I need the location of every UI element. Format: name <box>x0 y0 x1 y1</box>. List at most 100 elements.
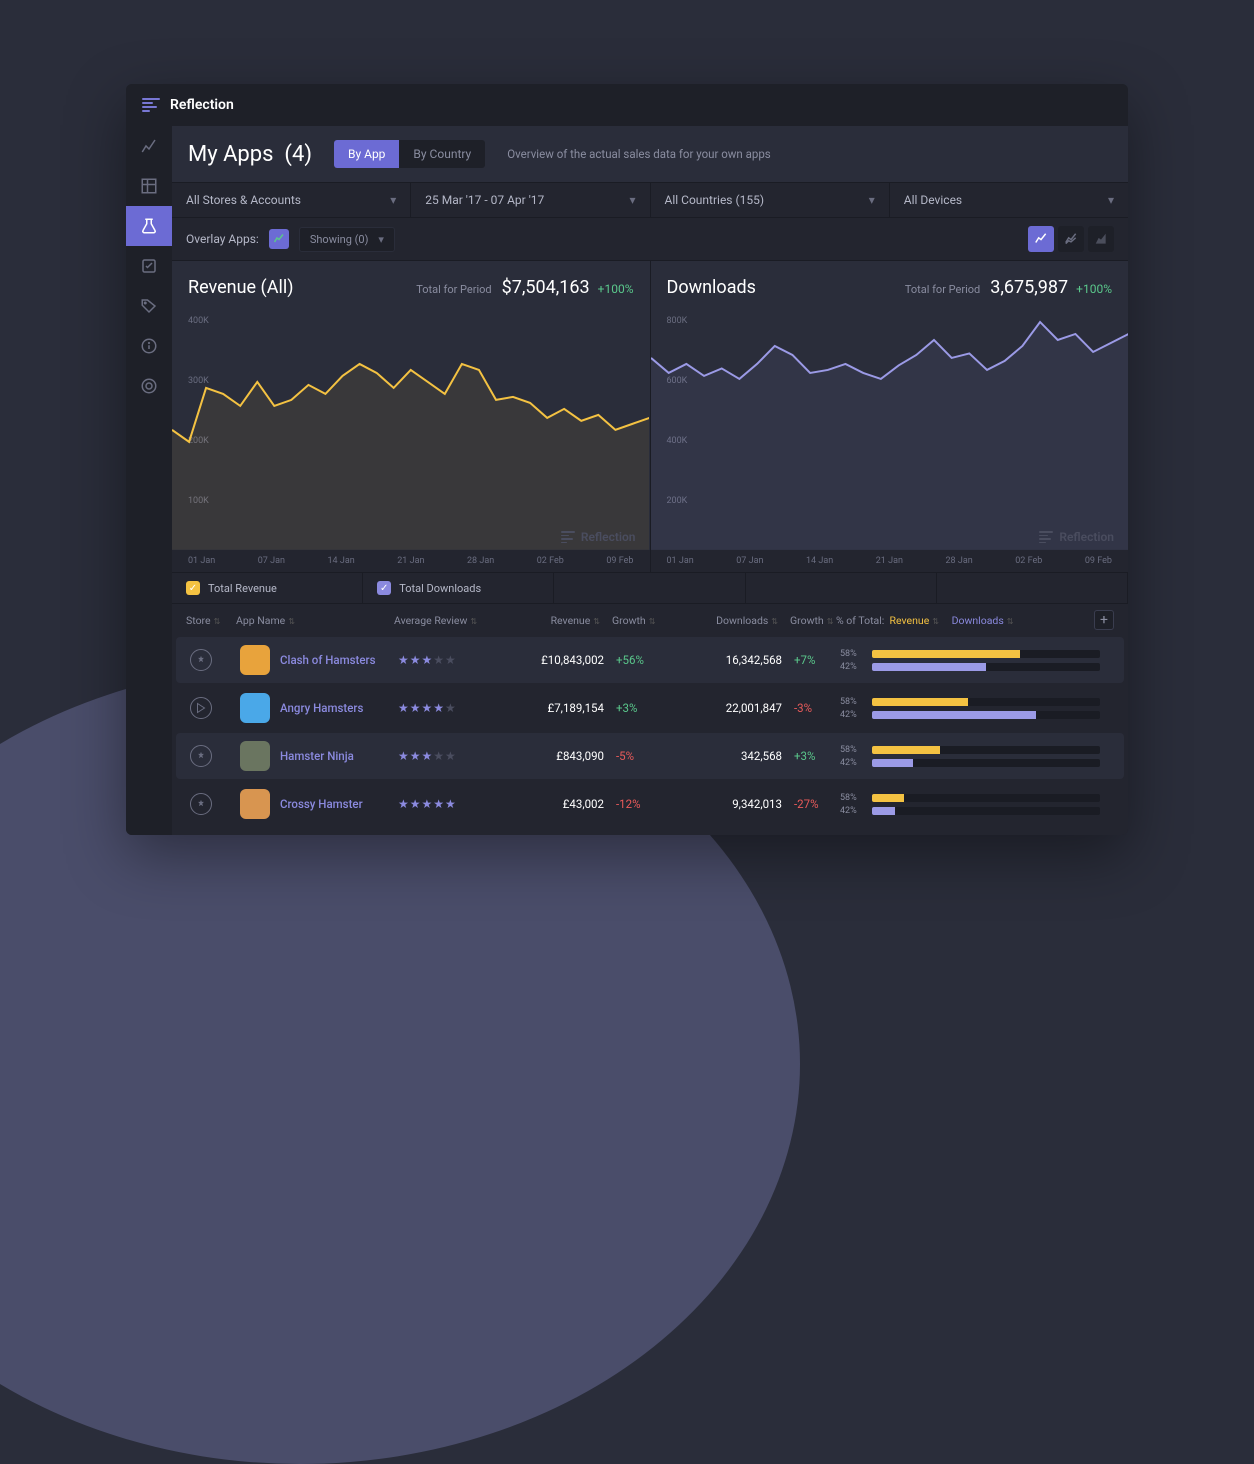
app-name[interactable]: Angry Hamsters <box>280 701 363 715</box>
downloads-value: 342,568 <box>662 749 782 763</box>
table-row[interactable]: Clash of Hamsters ★★★★★ £10,843,002 +56%… <box>176 637 1124 683</box>
sidenav <box>126 126 172 835</box>
view-tabs: By App By Country <box>334 140 485 168</box>
col-revenue[interactable]: Revenue <box>551 614 591 627</box>
chart-downloads-line <box>651 310 1128 550</box>
chart-revenue-delta: +100% <box>598 282 634 296</box>
chart-revenue-xaxis: 01 Jan 07 Jan 14 Jan 21 Jan 28 Jan 02 Fe… <box>172 550 650 572</box>
x-tick: 09 Feb <box>606 556 633 566</box>
add-column-button[interactable]: + <box>1094 610 1114 630</box>
app-name[interactable]: Clash of Hamsters <box>280 653 376 667</box>
filter-dates[interactable]: 25 Mar '17 - 07 Apr '17▾ <box>411 183 650 217</box>
tab-by-app[interactable]: By App <box>334 140 399 168</box>
nav-edit-icon[interactable] <box>126 246 172 286</box>
app-name[interactable]: Hamster Ninja <box>280 749 354 763</box>
page-title: My Apps <box>188 142 274 167</box>
legend-total-revenue[interactable]: ✓Total Revenue <box>172 573 363 603</box>
x-tick: 02 Feb <box>537 556 564 566</box>
sort-icon: ⇅ <box>649 617 656 626</box>
legend-downloads-label: Total Downloads <box>399 582 481 595</box>
table-body: Clash of Hamsters ★★★★★ £10,843,002 +56%… <box>172 637 1128 827</box>
x-tick: 07 Jan <box>258 556 285 566</box>
app-icon <box>240 645 270 675</box>
filter-stores[interactable]: All Stores & Accounts▾ <box>172 183 411 217</box>
growth-downloads: +7% <box>782 653 840 667</box>
star-rating: ★★★★★ <box>398 653 457 667</box>
tab-by-country[interactable]: By Country <box>399 140 485 168</box>
downloads-value: 9,342,013 <box>662 797 782 811</box>
overlay-showing-select[interactable]: Showing (0)▾ <box>299 227 395 252</box>
chart-mode-area[interactable] <box>1088 226 1114 252</box>
app-name[interactable]: Crossy Hamster <box>280 797 363 811</box>
app-window: Reflection My Apps (4) By App By Country… <box>126 84 1128 835</box>
filter-bar: All Stores & Accounts▾ 25 Mar '17 - 07 A… <box>172 182 1128 218</box>
chart-downloads: Downloads Total for Period 3,675,987 +10… <box>651 261 1129 572</box>
chart-downloads-plot: 800K 600K 400K 200K Reflection <box>651 310 1129 550</box>
legend-empty[interactable] <box>746 573 937 603</box>
revenue-value: £10,843,002 <box>508 653 604 667</box>
overlay-chart-icon[interactable] <box>269 229 289 249</box>
appstore-icon <box>190 745 212 767</box>
x-tick: 28 Jan <box>467 556 494 566</box>
charts-row: Revenue (All) Total for Period $7,504,16… <box>172 261 1128 572</box>
chart-revenue-title: Revenue (All) <box>188 277 293 298</box>
table-row[interactable]: Angry Hamsters ★★★★★ £7,189,154 +3% 22,0… <box>176 685 1124 731</box>
x-tick: 07 Jan <box>736 556 763 566</box>
chart-downloads-delta: +100% <box>1076 282 1112 296</box>
col-growth2[interactable]: Growth <box>790 614 824 627</box>
col-growth[interactable]: Growth <box>612 614 646 627</box>
col-app[interactable]: App Name <box>236 614 285 627</box>
checkbox-checked-icon: ✓ <box>377 581 391 595</box>
chart-watermark: Reflection <box>561 530 636 544</box>
x-tick: 14 Jan <box>806 556 833 566</box>
revenue-value: £843,090 <box>508 749 604 763</box>
sort-icon: ⇅ <box>470 617 477 626</box>
x-tick: 02 Feb <box>1015 556 1042 566</box>
chart-watermark: Reflection <box>1039 530 1114 544</box>
x-tick: 09 Feb <box>1085 556 1112 566</box>
sort-icon: ⇅ <box>1007 617 1014 626</box>
chart-mode-stacked[interactable] <box>1058 226 1084 252</box>
filter-countries[interactable]: All Countries (155)▾ <box>651 183 890 217</box>
pct-bars: 58% 42% <box>840 697 1100 720</box>
page-title-count: (4) <box>284 142 312 167</box>
sort-icon: ⇅ <box>771 617 778 626</box>
growth-revenue: -5% <box>604 749 662 763</box>
star-rating: ★★★★★ <box>398 749 457 763</box>
col-downloads[interactable]: Downloads <box>716 614 768 627</box>
play-icon <box>190 697 212 719</box>
nav-analytics-icon[interactable] <box>126 126 172 166</box>
titlebar: Reflection <box>126 84 1128 126</box>
table-header: Store⇅ App Name⇅ Average Review⇅ Revenue… <box>172 604 1128 637</box>
legend-empty[interactable] <box>554 573 745 603</box>
nav-info-icon[interactable] <box>126 326 172 366</box>
page-header: My Apps (4) By App By Country Overview o… <box>172 126 1128 182</box>
legend-total-downloads[interactable]: ✓ Total Downloads <box>363 573 554 603</box>
nav-lab-icon[interactable] <box>126 206 172 246</box>
sort-icon: ⇅ <box>214 617 221 626</box>
chart-revenue: Revenue (All) Total for Period $7,504,16… <box>172 261 651 572</box>
chart-mode-line[interactable] <box>1028 226 1054 252</box>
growth-downloads: -27% <box>782 797 840 811</box>
nav-tag-icon[interactable] <box>126 286 172 326</box>
chart-downloads-title: Downloads <box>667 277 756 298</box>
growth-downloads: -3% <box>782 701 840 715</box>
legend-empty[interactable] <box>937 573 1128 603</box>
growth-revenue: -12% <box>604 797 662 811</box>
col-pct-downloads[interactable]: Downloads <box>952 614 1004 627</box>
app-icon <box>240 789 270 819</box>
nav-grid-icon[interactable] <box>126 166 172 206</box>
sort-icon: ⇅ <box>288 617 295 626</box>
filter-devices[interactable]: All Devices▾ <box>890 183 1128 217</box>
col-store[interactable]: Store <box>186 614 211 627</box>
brand-name: Reflection <box>170 97 234 113</box>
main-content: My Apps (4) By App By Country Overview o… <box>172 126 1128 835</box>
app-icon <box>240 741 270 771</box>
overlay-label: Overlay Apps: <box>186 232 259 246</box>
col-review[interactable]: Average Review <box>394 614 467 627</box>
table-row[interactable]: Hamster Ninja ★★★★★ £843,090 -5% 342,568… <box>176 733 1124 779</box>
col-pct-revenue[interactable]: Revenue <box>890 614 930 627</box>
revenue-value: £43,002 <box>508 797 604 811</box>
nav-help-icon[interactable] <box>126 366 172 406</box>
table-row[interactable]: Crossy Hamster ★★★★★ £43,002 -12% 9,342,… <box>176 781 1124 827</box>
